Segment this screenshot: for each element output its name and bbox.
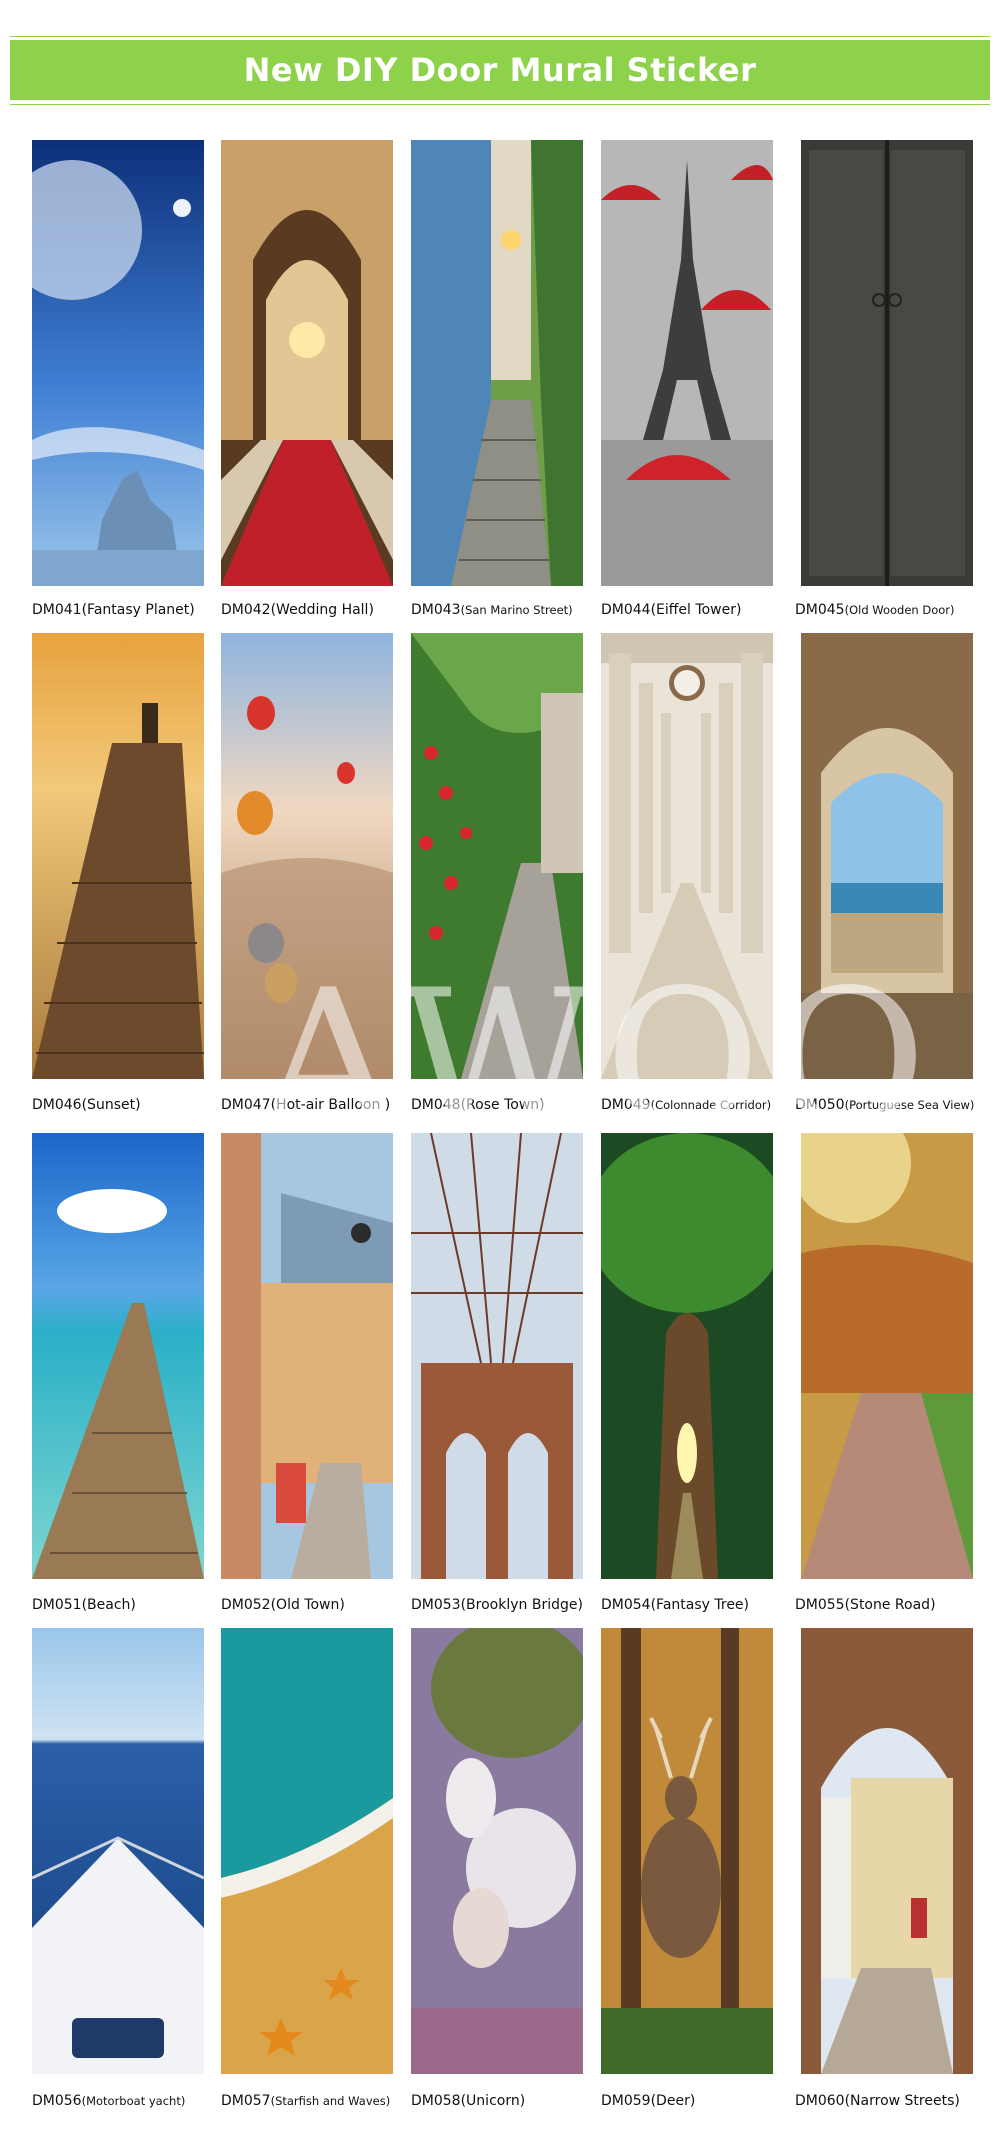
mural-image-fantasy-tree[interactable] <box>601 1133 773 1579</box>
caption-dm042: DM042(Wedding Hall) <box>221 602 374 618</box>
title-banner: New DIY Door Mural Sticker <box>10 40 990 100</box>
mural-image-brooklyn-bridge[interactable] <box>411 1133 583 1579</box>
caption-dm053: DM053(Brooklyn Bridge) <box>411 1597 583 1613</box>
caption-dm050: DM050(Portuguese Sea View) <box>795 1097 975 1113</box>
caption-dm060: DM060(Narrow Streets) <box>795 2093 960 2109</box>
caption-dm041: DM041(Fantasy Planet) <box>32 602 195 618</box>
mural-image-motorboat-yacht[interactable] <box>32 1628 204 2074</box>
mural-image-starfish-and-waves[interactable] <box>221 1628 393 2074</box>
caption-dm057: DM057(Starfish and Waves) <box>221 2093 391 2109</box>
page-title: New DIY Door Mural Sticker <box>243 51 757 89</box>
banner-bottom-line <box>10 104 990 105</box>
caption-dm058: DM058(Unicorn) <box>411 2093 526 2109</box>
mural-image-hot-air-balloon[interactable] <box>221 633 393 1079</box>
caption-dm045: DM045(Old Wooden Door) <box>795 602 955 618</box>
mural-image-unicorn[interactable] <box>411 1628 583 2074</box>
mural-image-beach[interactable] <box>32 1133 204 1579</box>
caption-dm049: DM049(Colonnade Corridor) <box>601 1097 772 1113</box>
caption-dm044: DM044(Eiffel Tower) <box>601 602 742 618</box>
mural-image-eiffel-tower[interactable] <box>601 140 773 586</box>
caption-dm059: DM059(Deer) <box>601 2093 696 2109</box>
mural-image-old-wooden-door[interactable] <box>801 140 973 586</box>
caption-dm056: DM056(Motorboat yacht) <box>32 2093 186 2109</box>
mural-image-fantasy-planet[interactable] <box>32 140 204 586</box>
caption-dm047: DM047(Hot-air Balloon ) <box>221 1097 391 1113</box>
caption-dm043: DM043(San Marino Street) <box>411 602 573 618</box>
caption-dm048: DM048(Rose Town) <box>411 1097 545 1113</box>
mural-image-deer[interactable] <box>601 1628 773 2074</box>
mural-image-rose-town[interactable] <box>411 633 583 1079</box>
caption-dm051: DM051(Beach) <box>32 1597 136 1613</box>
mural-image-san-marino-street[interactable] <box>411 140 583 586</box>
mural-image-colonnade-corridor[interactable] <box>601 633 773 1079</box>
mural-image-narrow-streets[interactable] <box>801 1628 973 2074</box>
mural-image-sunset[interactable] <box>32 633 204 1079</box>
caption-dm055: DM055(Stone Road) <box>795 1597 936 1613</box>
banner-top-line <box>10 36 990 37</box>
caption-dm054: DM054(Fantasy Tree) <box>601 1597 750 1613</box>
caption-dm052: DM052(Old Town) <box>221 1597 345 1613</box>
mural-image-old-town[interactable] <box>221 1133 393 1579</box>
mural-image-wedding-hall[interactable] <box>221 140 393 586</box>
caption-dm046: DM046(Sunset) <box>32 1097 141 1113</box>
mural-image-stone-road[interactable] <box>801 1133 973 1579</box>
mural-image-portuguese-sea-view[interactable] <box>801 633 973 1079</box>
